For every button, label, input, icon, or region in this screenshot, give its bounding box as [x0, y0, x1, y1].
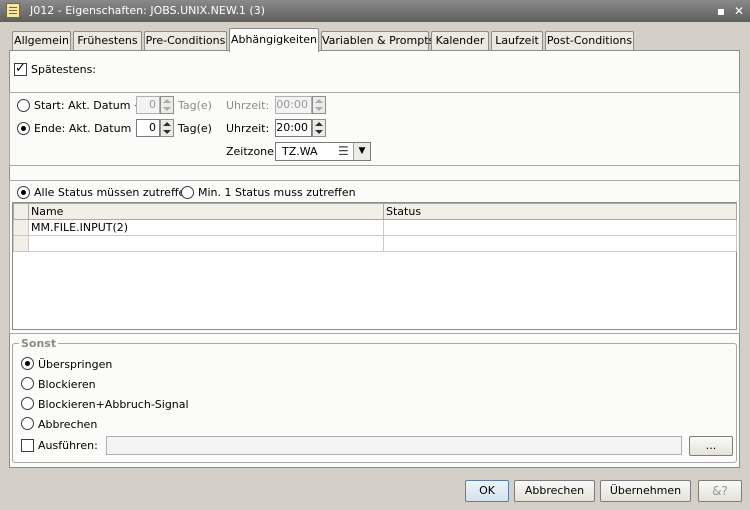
browse-button[interactable]: ...	[689, 436, 733, 456]
help-icon: &?	[712, 484, 728, 498]
row-name-cell[interactable]: MM.FILE.INPUT(2)	[28, 219, 384, 236]
end-time-label: Uhrzeit:	[226, 122, 270, 135]
execute-checkbox[interactable]	[21, 439, 34, 452]
start-time-input[interactable]: 00:00	[275, 96, 312, 114]
table-row[interactable]	[13, 235, 737, 252]
document-icon	[6, 3, 20, 18]
column-header-name[interactable]: Name	[28, 203, 384, 220]
cancel-button[interactable]: Abbrechen	[514, 480, 595, 502]
row-header[interactable]	[13, 235, 29, 252]
start-time-stepper[interactable]	[312, 96, 326, 114]
status-table-container: Name Status MM.FILE.INPUT(2)	[12, 202, 737, 330]
all-status-radio[interactable]	[17, 186, 30, 199]
abort-radio[interactable]	[21, 417, 34, 430]
tab-variablen-prompts[interactable]: Variablen & Prompts	[321, 31, 434, 51]
spin-up-icon	[163, 122, 171, 126]
tab-abhaengigkeiten[interactable]: Abhängigkeiten	[229, 28, 319, 52]
spin-down-icon	[163, 130, 171, 134]
spin-down-icon	[315, 130, 323, 134]
ok-button[interactable]: OK	[465, 480, 509, 502]
start-radio[interactable]	[17, 99, 30, 112]
block-label: Blockieren	[38, 378, 96, 391]
spin-up-icon	[315, 99, 323, 103]
block-abort-label: Blockieren+Abbruch-Signal	[38, 398, 189, 411]
start-days-input[interactable]: 0	[136, 96, 160, 114]
execute-input[interactable]	[106, 436, 682, 455]
tab-fruehestens[interactable]: Frühestens	[73, 31, 142, 51]
block-radio[interactable]	[21, 377, 34, 390]
table-header: Name Status	[13, 203, 737, 220]
help-button[interactable]: &?	[698, 480, 742, 502]
end-time-stepper[interactable]	[312, 119, 326, 137]
window-title: J012 - Eigenschaften: JOBS.UNIX.NEW.1 (3…	[30, 4, 266, 17]
apply-button[interactable]: Übernehmen	[600, 480, 691, 502]
start-time-label: Uhrzeit:	[226, 99, 270, 112]
spin-down-icon	[315, 107, 323, 111]
row-status-cell[interactable]	[383, 235, 737, 252]
chevron-down-icon[interactable]: ▼	[353, 143, 370, 160]
min-status-label: Min. 1 Status muss zutreffen	[198, 186, 356, 199]
abort-label: Abbrechen	[38, 418, 98, 431]
end-days-stepper[interactable]	[160, 119, 174, 137]
other-group-title: Sonst	[19, 337, 59, 350]
end-days-unit: Tag(e)	[178, 122, 212, 135]
row-header-corner	[13, 203, 29, 220]
end-days-input[interactable]: 0	[136, 119, 160, 137]
latest-checkbox[interactable]	[14, 61, 27, 76]
timezone-select[interactable]: TZ.WA ☰ ▼	[275, 142, 371, 161]
end-label: Ende: Akt. Datum +	[34, 122, 144, 135]
min-status-radio[interactable]	[181, 186, 194, 199]
status-table: Name Status MM.FILE.INPUT(2)	[13, 203, 737, 252]
list-icon[interactable]: ☰	[338, 144, 349, 158]
execute-label: Ausführen:	[38, 439, 98, 452]
all-status-label: Alle Status müssen zutreffen	[34, 186, 193, 199]
skip-radio[interactable]	[21, 357, 34, 370]
tab-laufzeit[interactable]: Laufzeit	[491, 31, 543, 51]
tab-allgemein[interactable]: Allgemein	[12, 31, 71, 51]
tab-pre-conditions[interactable]: Pre-Conditions	[144, 31, 227, 51]
row-header[interactable]	[13, 219, 29, 236]
minimize-icon[interactable]: ▪	[714, 4, 728, 18]
block-abort-radio[interactable]	[21, 397, 34, 410]
title-bar[interactable]: J012 - Eigenschaften: JOBS.UNIX.NEW.1 (3…	[0, 0, 750, 22]
end-radio[interactable]	[17, 122, 30, 135]
latest-label: Spätestens:	[31, 63, 97, 76]
row-name-cell[interactable]	[28, 235, 384, 252]
spin-up-icon	[163, 99, 171, 103]
column-header-status[interactable]: Status	[383, 203, 737, 220]
tab-post-conditions[interactable]: Post-Conditions	[545, 31, 634, 51]
row-status-cell[interactable]	[383, 219, 737, 236]
spin-down-icon	[163, 107, 171, 111]
table-row[interactable]: MM.FILE.INPUT(2)	[13, 219, 737, 236]
close-icon[interactable]: ✕	[732, 4, 746, 18]
timezone-value: TZ.WA	[282, 145, 318, 158]
start-label: Start: Akt. Datum +	[34, 99, 144, 112]
timezone-label: Zeitzone:	[226, 145, 278, 158]
skip-label: Überspringen	[38, 358, 113, 371]
start-days-stepper[interactable]	[160, 96, 174, 114]
tab-kalender[interactable]: Kalender	[431, 31, 489, 51]
spin-up-icon	[315, 122, 323, 126]
end-time-input[interactable]: 20:00	[275, 119, 312, 137]
start-days-unit: Tag(e)	[178, 99, 212, 112]
